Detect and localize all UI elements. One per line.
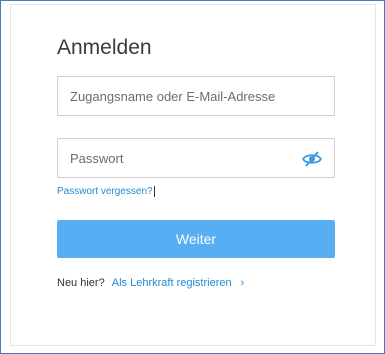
submit-button[interactable]: Weiter xyxy=(57,220,335,258)
signup-prompt: Neu hier? xyxy=(57,277,105,289)
register-teacher-link[interactable]: Als Lehrkraft registrieren xyxy=(112,277,232,289)
page-title: Anmelden xyxy=(57,36,152,59)
forgot-password-link[interactable]: Passwort vergessen? xyxy=(57,186,155,197)
username-input[interactable] xyxy=(58,77,334,115)
username-field[interactable] xyxy=(57,76,335,116)
signup-row: Neu hier? Als Lehrkraft registrieren › xyxy=(57,277,244,289)
text-cursor xyxy=(153,186,155,197)
password-input[interactable] xyxy=(58,139,334,177)
password-field[interactable] xyxy=(57,138,335,178)
eye-slash-icon[interactable] xyxy=(301,150,323,168)
chevron-right-icon[interactable]: › xyxy=(241,277,245,289)
login-card: Anmelden Passwort vergessen? Weiter Neu … xyxy=(10,4,376,346)
forgot-password-label: Passwort vergessen? xyxy=(57,186,153,198)
